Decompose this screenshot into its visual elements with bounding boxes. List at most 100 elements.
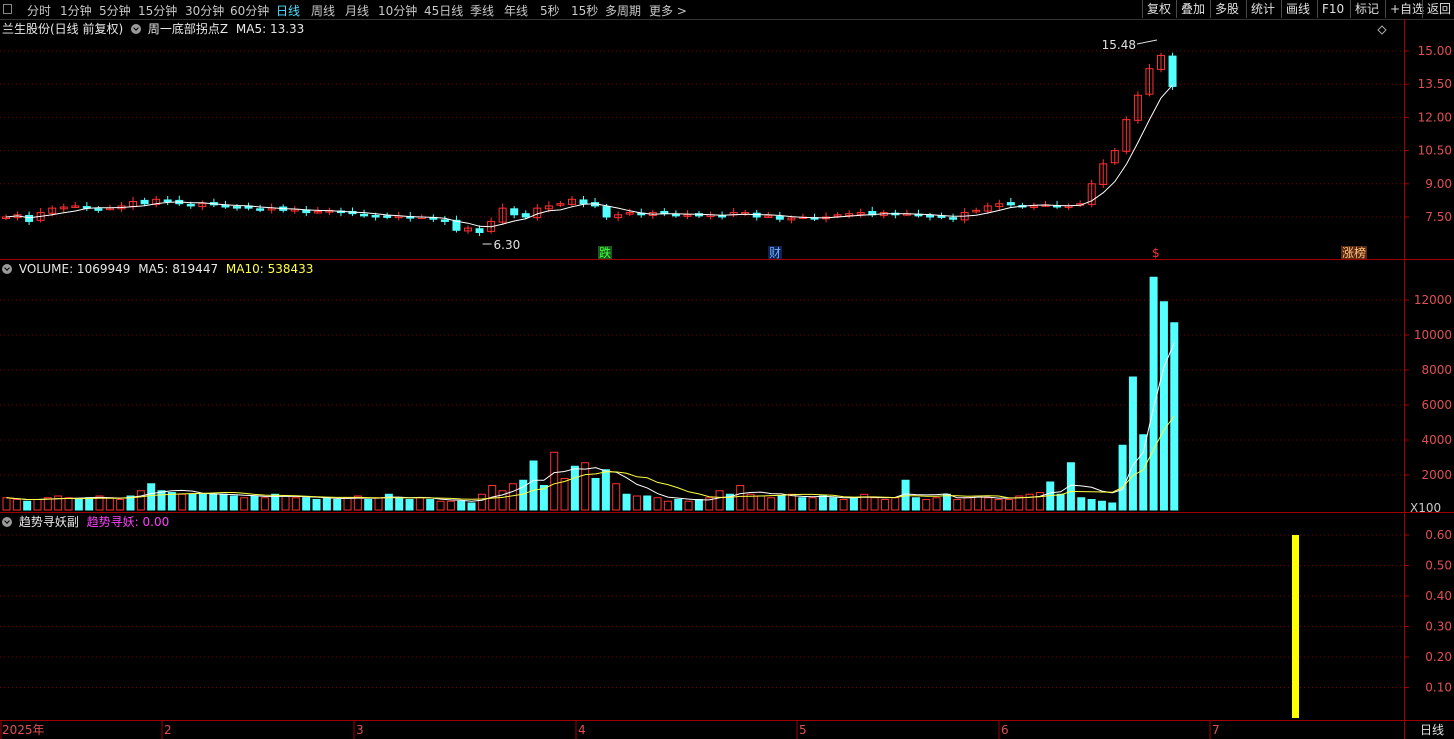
volume-tick-label: 6000 xyxy=(1421,398,1452,412)
volume-bar xyxy=(663,500,672,511)
volume-bar xyxy=(756,495,765,511)
candle-body xyxy=(510,208,519,216)
indicator-tick-label: 0.30 xyxy=(1425,620,1452,634)
price-tick-label: 10.50 xyxy=(1418,144,1452,158)
volume-bar xyxy=(291,497,300,511)
volume-bar xyxy=(1077,497,1086,511)
volume-bar xyxy=(157,490,166,511)
indicator-panel-name: 趋势寻妖副 xyxy=(18,515,79,529)
event-marker: 财 xyxy=(769,246,781,260)
x-axis-label: 6 xyxy=(1001,723,1009,737)
volume-bar xyxy=(209,493,218,511)
volume-ma10-label: MA10: 538433 xyxy=(225,262,314,276)
volume-bar xyxy=(2,497,11,511)
volume-bar xyxy=(891,497,900,511)
volume-bar xyxy=(963,497,972,511)
volume-bar xyxy=(560,478,569,511)
indicator-panel-header: 趋势寻妖副 趋势寻妖: 0.00 xyxy=(2,514,169,530)
volume-bar xyxy=(240,497,249,511)
candle-body xyxy=(579,199,588,205)
volume-bar xyxy=(581,462,590,511)
volume-bar xyxy=(229,495,238,511)
volume-bar xyxy=(1139,434,1148,511)
volume-bar xyxy=(632,495,641,511)
volume-bar xyxy=(880,499,889,511)
volume-bar xyxy=(457,500,466,511)
volume-bar xyxy=(1118,444,1127,511)
x-axis-label: 7 xyxy=(1212,723,1220,737)
volume-bar xyxy=(808,497,817,511)
indicator-panel-dropdown-icon[interactable] xyxy=(2,517,12,527)
volume-bar xyxy=(436,500,445,511)
volume-unit-label: X100 xyxy=(1410,501,1441,515)
x-axis-label: 2025年 xyxy=(2,723,45,737)
volume-bar xyxy=(715,490,724,511)
volume-bar xyxy=(529,460,538,511)
candle-body xyxy=(140,199,149,205)
indicator-tick-label: 0.40 xyxy=(1425,589,1452,603)
volume-bar xyxy=(591,478,600,511)
candle-body xyxy=(371,214,380,218)
volume-bar xyxy=(612,483,621,511)
volume-tick-label: 10000 xyxy=(1414,328,1452,342)
volume-bar xyxy=(33,499,42,511)
volume-label: VOLUME: 1069949 xyxy=(18,262,131,276)
stock-chart[interactable]: 15.00 13.50 12.00 10.50 9.00 7.50 12000 10000 80… xyxy=(0,0,1454,739)
x-axis-label: 3 xyxy=(356,723,364,737)
main-panel-header: 兰生股份(日线 前复权) 周一底部拐点Z MA5: 13.33 xyxy=(2,21,304,37)
volume-ma5-line xyxy=(6,342,1175,502)
candle-body xyxy=(256,208,265,211)
indicator-dropdown-icon[interactable] xyxy=(131,24,142,34)
volume-bar xyxy=(188,493,197,511)
volume-bar xyxy=(415,497,424,511)
candle-body xyxy=(775,216,784,220)
volume-bar xyxy=(674,499,683,511)
candle-body xyxy=(163,199,172,203)
volume-bar xyxy=(364,499,373,511)
low-price-label: 6.30 xyxy=(494,238,521,252)
main-ma5-label: MA5: 13.33 xyxy=(235,22,305,36)
volume-ma5-label: MA5: 819447 xyxy=(138,262,219,276)
volume-bar xyxy=(694,499,703,511)
volume-bar xyxy=(984,497,993,511)
candle-body xyxy=(233,206,241,209)
indicator-tick-label: 0.50 xyxy=(1425,559,1452,573)
volume-dropdown-icon[interactable] xyxy=(2,264,12,274)
volume-bar xyxy=(932,497,941,511)
stock-title: 兰生股份(日线 前复权) xyxy=(2,22,124,36)
high-arrow xyxy=(1136,39,1158,45)
volume-bar xyxy=(167,492,176,511)
volume-bar xyxy=(519,479,528,511)
volume-bar xyxy=(1087,499,1096,511)
price-tick-label: 15.00 xyxy=(1418,44,1452,58)
volume-bar xyxy=(395,497,404,511)
candle-body xyxy=(671,213,680,217)
volume-bar xyxy=(147,483,156,511)
expand-diamond-icon xyxy=(1377,25,1387,35)
candle-body xyxy=(221,204,230,208)
candle-body xyxy=(25,214,34,222)
candle-body xyxy=(949,217,958,220)
volume-bar xyxy=(839,499,848,511)
volume-bar xyxy=(250,495,259,511)
volume-bar xyxy=(85,497,94,511)
volume-bar xyxy=(829,497,838,511)
candle-body xyxy=(602,206,611,218)
x-axis-label: 5 xyxy=(799,723,807,737)
indicator-tick-label: 0.10 xyxy=(1425,681,1452,695)
volume-bar xyxy=(911,497,920,511)
volume-panel-header: VOLUME: 1069949 MA5: 819447 MA10: 538433 xyxy=(2,261,313,277)
volume-bar xyxy=(178,493,187,511)
x-axis-label: 4 xyxy=(578,723,586,737)
volume-bar xyxy=(74,499,83,511)
indicator-tick-label: 0.60 xyxy=(1425,528,1452,542)
candle-body xyxy=(1006,202,1015,206)
volume-bar xyxy=(849,497,858,511)
volume-bar xyxy=(1056,493,1065,511)
volume-bar xyxy=(508,483,517,511)
candle-body xyxy=(521,213,530,218)
event-marker: 涨榜 xyxy=(1342,245,1366,260)
candle-body xyxy=(186,203,195,207)
indicator-name[interactable]: 周一底部拐点Z xyxy=(148,22,228,36)
x-axis-period-label: 日线 xyxy=(1420,723,1444,737)
